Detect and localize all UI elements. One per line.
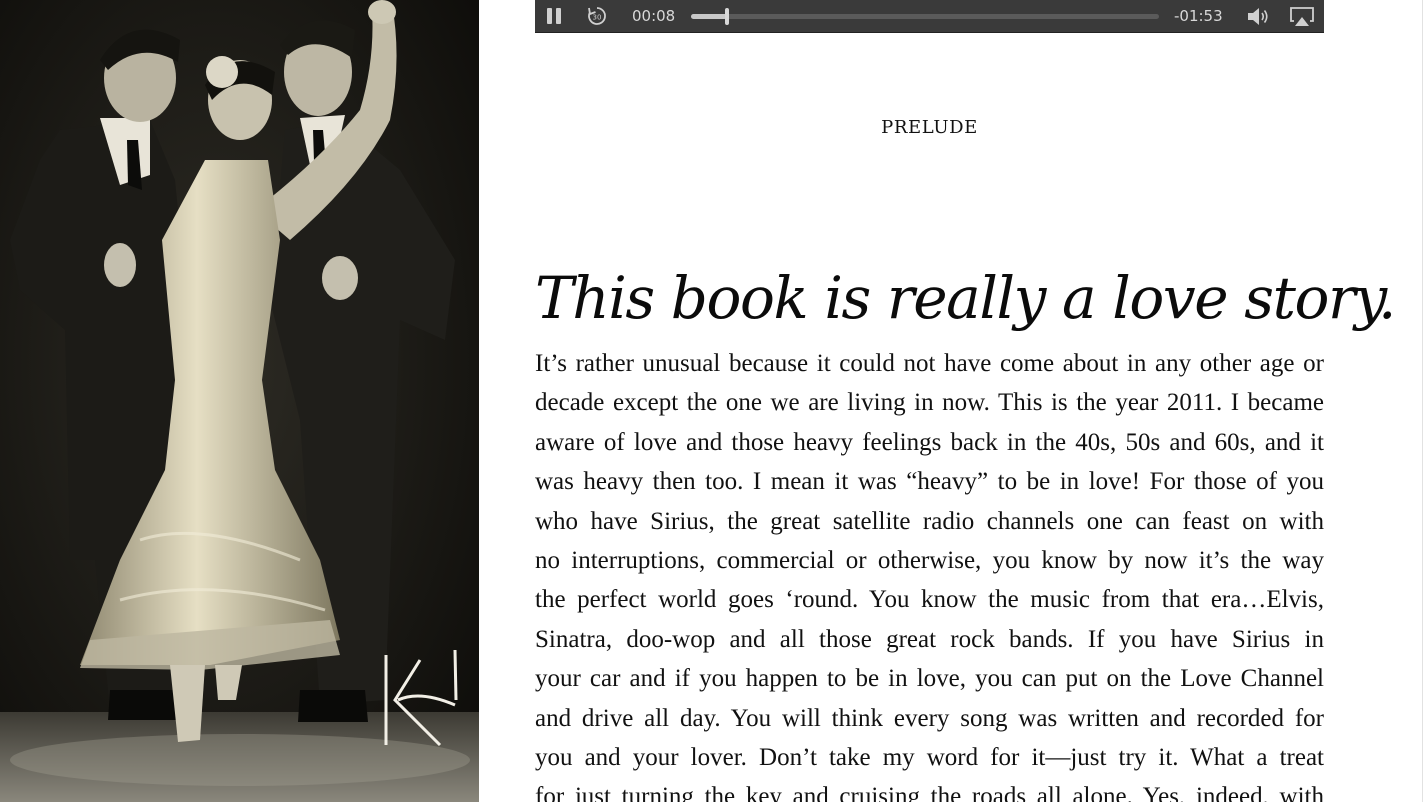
text-line: for just turning the key and cruising th… [535,783,1324,802]
elapsed-time: 00:08 [632,7,676,25]
remaining-time: -01:53 [1174,7,1223,25]
pause-button[interactable] [545,6,565,26]
ebook-page: 30 00:08 -01:53 PRELUDE This book is rea… [0,0,1426,802]
dance-photograph-illustration [0,0,479,802]
airplay-icon [1290,7,1314,26]
skip-back-30-icon: 30 [588,7,606,25]
text-line: was heavy then too. I mean it was “heavy… [535,468,1324,496]
text-line: Sinatra, doo-wop and all those great roc… [535,625,1324,653]
scrubber-handle[interactable] [725,8,730,25]
page-scroll-edge [1422,0,1423,802]
skip-amount-label: 30 [593,14,602,22]
volume-button[interactable] [1246,6,1270,27]
progress-scrubber[interactable] [691,8,1159,25]
text-line: your car and if you happen to be in love… [535,665,1324,693]
text-line: the perfect world goes ‘round. You know … [535,586,1324,614]
text-line: who have Sirius, the great satellite rad… [535,507,1324,535]
chapter-heading: This book is really a love story. [535,264,1396,332]
speaker-icon [1248,8,1268,25]
section-label: PRELUDE [881,117,978,138]
airplay-button[interactable] [1289,6,1315,27]
text-line: and drive all day. You will think every … [535,704,1324,732]
body-paragraph: It’s rather unusual because it could not… [535,344,1324,802]
dance-photograph [0,0,479,802]
audio-player: 30 00:08 -01:53 [535,0,1324,33]
text-line: aware of love and those heavy feelings b… [535,428,1324,456]
skip-back-30-button[interactable]: 30 [586,5,608,27]
text-line: you and your lover. Don’t take my word f… [535,744,1324,772]
text-line: no interruptions, commercial or otherwis… [535,547,1324,575]
text-line: decade except the one we are living in n… [535,389,1324,417]
progress-fill [691,14,728,19]
text-line: It’s rather unusual because it could not… [535,350,1324,377]
